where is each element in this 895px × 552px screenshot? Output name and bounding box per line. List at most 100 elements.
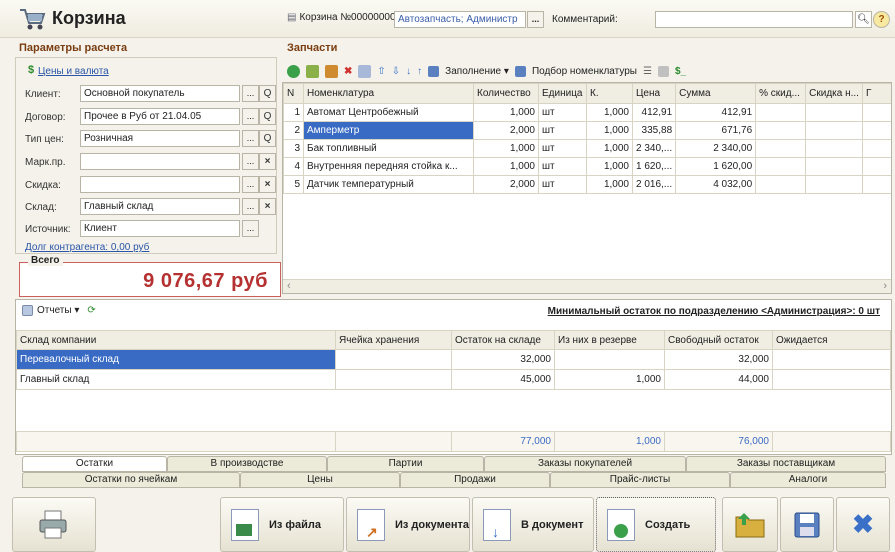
warehouse-label: Склад: [25,202,57,213]
help-icon[interactable]: ? [873,11,890,28]
horizontal-scrollbar[interactable]: ‹ › [283,279,891,293]
col-discount-pct[interactable]: % скид... [755,83,807,104]
tab-cell-stock[interactable]: Остатки по ячейкам [22,472,240,488]
col-on-hand[interactable]: Остаток на складе [451,330,555,350]
col-warehouse[interactable]: Склад компании [16,330,336,350]
discount-select-button[interactable]: ... [242,176,259,193]
col-k[interactable]: К. [586,83,633,104]
edit-icon[interactable] [325,64,338,78]
table-row[interactable]: Перевалочный склад 32,000 32,000 [16,349,891,370]
col-unit[interactable]: Единица [538,83,587,104]
price-type-select-button[interactable]: ... [242,130,259,147]
debt-link[interactable]: Долг контрагента: 0,00 руб [25,242,149,253]
warehouse-clear-icon[interactable]: × [259,198,276,215]
col-reserved[interactable]: Из них в резерве [554,330,665,350]
cell: шт [538,157,587,176]
comment-input[interactable] [655,11,853,28]
col-cell[interactable]: Ячейка хранения [335,330,452,350]
printer-icon [39,510,67,538]
org-combo-button[interactable]: ... [527,11,544,28]
search-icon[interactable]: 🔍︎ [855,11,872,28]
table-row[interactable]: 5 Датчик температурный 2,000 шт 1,000 2 016,.… [283,175,891,194]
print-icon[interactable] [657,65,669,77]
mark-clear-icon[interactable]: × [259,153,276,170]
tab-batches[interactable]: Партии [327,456,484,472]
columns-icon[interactable]: ☰ [643,66,652,77]
client-select-button[interactable]: ... [242,85,259,102]
scroll-left-icon[interactable]: ‹ [287,280,291,292]
doc-selector-label: Корзина №0000000003 [299,12,407,23]
move-up-icon[interactable]: ⇧ [377,66,385,77]
contract-field[interactable]: Прочее в Руб от 21.04.05 [80,108,240,125]
table-row[interactable]: 4 Внутренняя передняя стойка к... 1,000 шт 1… [283,157,891,176]
client-field[interactable]: Основной покупатель [80,85,240,102]
col-qty[interactable]: Количество [473,83,539,104]
source-field[interactable]: Клиент [80,220,240,237]
from-document-button[interactable]: ↗ Из документа [346,497,470,552]
tab-stock[interactable]: Остатки [22,456,167,472]
warehouse-select-button[interactable]: ... [242,198,259,215]
discount-clear-icon[interactable]: × [259,176,276,193]
table-row[interactable]: 1 Автомат Центробежный 1,000 шт 1,000 412,91 4… [283,103,891,122]
table-row[interactable]: Главный склад 45,000 1,000 44,000 [16,368,891,390]
save-button[interactable] [780,497,834,552]
tab-production[interactable]: В производстве [167,456,327,472]
discount-field[interactable] [80,176,240,193]
prices-link[interactable]: Цены и валюта [38,66,109,77]
open-folder-button[interactable] [722,497,778,552]
col-free[interactable]: Свободный остаток [664,330,773,350]
cell: 44,000 [664,368,773,390]
table-row[interactable]: 3 Бак топливный 1,000 шт 1,000 2 340,... 2 340… [283,139,891,158]
price-type-field[interactable]: Розничная [80,130,240,147]
cell [805,139,863,158]
mark-select-button[interactable]: ... [242,153,259,170]
delete-icon[interactable]: ✖ [344,66,352,77]
cell: 1 620,... [631,157,677,176]
create-button[interactable]: Создать [596,497,716,552]
price-icon[interactable]: $_ [675,66,686,77]
copy-icon[interactable] [306,64,319,78]
col-price[interactable]: Цена [631,83,677,104]
tab-customer-orders[interactable]: Заказы покупателей [484,456,686,472]
cell: 2 [283,121,304,140]
cell: 4 032,00 [675,175,757,194]
col-discount-sum[interactable]: Скидка н... [805,83,863,104]
cell: 1,000 [473,139,539,158]
save-row-icon[interactable] [358,64,372,78]
reports-menu[interactable]: Отчеты ▾ [37,305,79,316]
sort-desc-icon[interactable]: ↑ [417,66,422,77]
tab-sales[interactable]: Продажи [400,472,550,488]
scroll-right-icon[interactable]: › [883,280,887,292]
move-down-icon[interactable]: ⇩ [392,66,400,77]
add-icon[interactable] [287,64,300,78]
print-button[interactable] [12,497,96,552]
tab-prices[interactable]: Цены [240,472,400,488]
tab-analogs[interactable]: Аналоги [730,472,886,488]
col-nomenclature[interactable]: Номенклатура [303,83,474,104]
close-button[interactable]: ✖ [836,497,890,552]
col-sum[interactable]: Сумма [675,83,757,104]
col-n[interactable]: N [283,83,304,104]
parts-toolbar: ✖ ⇧ ⇩ ↓ ↑ Заполнение ▾ Подбор номенклату… [287,62,686,80]
to-document-button[interactable]: ↓ В документ [472,497,594,552]
min-stock-note[interactable]: Минимальный остаток по подразделению <Ад… [470,306,880,317]
sort-asc-icon[interactable]: ↓ [406,66,411,77]
price-type-search-icon[interactable]: Q [259,130,276,147]
client-search-icon[interactable]: Q [259,85,276,102]
fill-menu[interactable]: Заполнение ▾ [445,66,509,77]
warehouse-field[interactable]: Главный склад [80,198,240,215]
mark-label: Марк.пр. [25,157,66,168]
pick-nomenclature-button[interactable]: Подбор номенклатуры [532,66,637,77]
contract-select-button[interactable]: ... [242,108,259,125]
col-expected[interactable]: Ожидается [772,330,891,350]
contract-search-icon[interactable]: Q [259,108,276,125]
table-row[interactable]: 2 Амперметр 2,000 шт 1,000 335,88 671,76 [283,121,891,140]
col-extra[interactable]: Г [861,83,891,104]
refresh-icon[interactable]: ⟳ [87,305,95,316]
tab-price-lists[interactable]: Прайс-листы [550,472,730,488]
source-select-button[interactable]: ... [242,220,259,237]
tab-supplier-orders[interactable]: Заказы поставщикам [686,456,886,472]
from-file-button[interactable]: Из файла [220,497,344,552]
mark-field[interactable] [80,153,240,170]
org-combo[interactable]: Автозапчасть; Администр [394,11,526,28]
